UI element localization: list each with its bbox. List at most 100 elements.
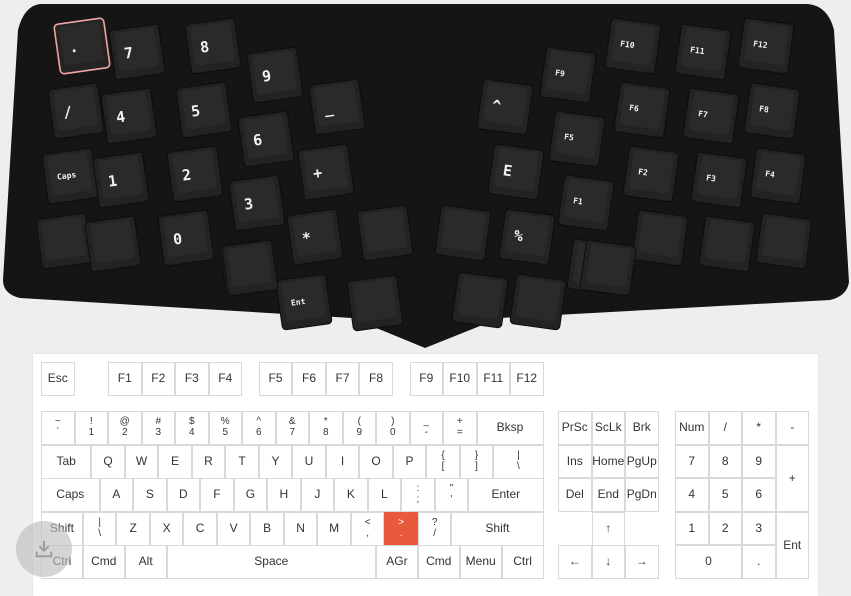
key-r5-3[interactable]: Space (166, 545, 376, 579)
numpad-key-2[interactable]: * (742, 411, 776, 445)
key-r5-1[interactable]: Cmd (82, 545, 125, 579)
numpad-key-15[interactable]: 0 (675, 545, 742, 579)
key-r4-2[interactable]: Z (116, 512, 150, 546)
key-r4-10[interactable]: >. (384, 512, 418, 546)
right-thumb-key-inner[interactable] (579, 239, 637, 297)
nav-key-7[interactable]: End (591, 478, 625, 512)
key-r0-3[interactable]: F3 (175, 362, 209, 396)
numpad-key-3[interactable]: - (775, 411, 809, 445)
key-r4-7[interactable]: N (283, 512, 318, 546)
key-r0-10[interactable]: F10 (443, 362, 477, 396)
key-r3-3[interactable]: D (166, 478, 201, 512)
nav-key-3[interactable]: Ins (558, 444, 592, 478)
left-key-col1-3[interactable] (84, 215, 142, 273)
key-r1-0[interactable]: ~ ` (41, 411, 75, 445)
nav-key-10[interactable]: ← (558, 545, 592, 579)
key-r1-3[interactable]: #3 (141, 411, 175, 445)
right-key-col2-2[interactable]: F2 (622, 145, 680, 203)
left-key-col2-3[interactable]: 0 (157, 209, 215, 267)
key-r2-3[interactable]: E (158, 445, 192, 479)
key-r0-1[interactable]: F1 (108, 362, 142, 396)
right-key-col3-1[interactable]: F7 (682, 87, 740, 145)
key-r1-12[interactable]: + = (443, 411, 477, 445)
left-key-col0-1[interactable]: / (47, 82, 105, 140)
right-key-col4-2[interactable]: F4 (749, 147, 807, 205)
left-thumb-key-inner[interactable] (221, 239, 279, 297)
key-r2-1[interactable]: Q (91, 445, 125, 479)
key-r2-13[interactable]: | \ (493, 445, 544, 479)
key-r2-6[interactable]: Y (258, 445, 293, 479)
key-r1-2[interactable]: @2 (108, 411, 142, 445)
key-r5-6[interactable]: Menu (459, 545, 502, 579)
key-r0-9[interactable]: F9 (409, 362, 443, 396)
key-r0-6[interactable]: F6 (292, 362, 326, 396)
right-thumb-key-0[interactable] (434, 204, 492, 262)
right-key-col4-0[interactable]: F12 (737, 17, 795, 75)
numpad-key-14[interactable]: Ent (775, 511, 809, 579)
key-r3-0[interactable]: Caps (41, 478, 100, 512)
key-r1-5[interactable]: % 5 (208, 411, 242, 445)
key-r2-8[interactable]: I (325, 445, 360, 479)
key-r0-12[interactable]: F12 (510, 362, 544, 396)
left-key-col1-2[interactable]: 1 (92, 151, 150, 209)
nav-key-2[interactable]: Brk (625, 411, 659, 445)
key-r2-5[interactable]: T (225, 445, 259, 479)
key-r0-0[interactable]: Esc (41, 362, 75, 396)
key-r0-2[interactable]: F2 (141, 362, 175, 396)
key-r2-2[interactable]: W (124, 445, 159, 479)
key-r3-1[interactable]: A (99, 478, 134, 512)
key-r2-0[interactable]: Tab (41, 445, 92, 479)
right-key-col0-1[interactable]: E (487, 143, 545, 201)
numpad-key-0[interactable]: Num (675, 411, 709, 445)
key-r3-9[interactable]: L (367, 478, 402, 512)
nav-key-1[interactable]: ScLk (591, 411, 625, 445)
key-r4-9[interactable]: <, (350, 512, 385, 546)
key-r2-12[interactable]: }] (459, 445, 494, 479)
right-key-col2-0[interactable]: F10 (604, 17, 662, 75)
key-r1-8[interactable]: * 8 (309, 411, 343, 445)
key-r1-10[interactable]: ) 0 (376, 411, 410, 445)
right-key-col1-1[interactable]: F5 (548, 110, 606, 168)
left-key-col1-0[interactable]: 7 (108, 23, 166, 81)
key-r4-3[interactable]: X (149, 512, 184, 546)
key-r0-8[interactable]: F8 (359, 362, 393, 396)
numpad-key-1[interactable]: / (708, 411, 742, 445)
key-r1-1[interactable]: ! 1 (74, 411, 108, 445)
key-r1-7[interactable]: & 7 (275, 411, 309, 445)
numpad-key-16[interactable]: . (742, 545, 776, 579)
numpad-key-7[interactable]: + (775, 444, 809, 512)
left-thumb-key-lower[interactable] (346, 274, 404, 332)
key-r2-4[interactable]: R (191, 445, 226, 479)
numpad-key-8[interactable]: 4 (675, 478, 709, 512)
download-button[interactable] (16, 521, 72, 577)
key-r1-4[interactable]: $4 (175, 411, 209, 445)
nav-key-6[interactable]: Del (558, 478, 592, 512)
nav-key-0[interactable]: PrSc (558, 411, 592, 445)
left-key-col2-2[interactable]: 2 (166, 145, 224, 203)
right-key-col3-2[interactable]: F3 (690, 151, 748, 209)
left-key-col4-2[interactable]: * (286, 208, 344, 266)
key-r2-9[interactable]: O (359, 445, 393, 479)
key-r0-4[interactable]: F4 (208, 362, 242, 396)
numpad-key-6[interactable]: 9 (742, 444, 776, 478)
left-thumb-key-0[interactable] (356, 204, 414, 262)
nav-key-8[interactable]: PgDn (625, 478, 659, 512)
key-r4-1[interactable]: | \ (82, 512, 117, 546)
right-key-col3-0[interactable]: F11 (674, 23, 732, 81)
nav-key-9[interactable]: ↑ (591, 512, 625, 546)
right-thumb-key-lower[interactable] (451, 271, 509, 329)
right-key-col0-3[interactable] (509, 273, 567, 331)
key-r5-2[interactable]: Alt (124, 545, 167, 579)
key-r1-6[interactable]: ^ 6 (242, 411, 276, 445)
left-key-col4-0[interactable]: _ (308, 78, 366, 136)
left-key-col0-3[interactable] (35, 212, 93, 270)
key-r4-4[interactable]: C (183, 512, 217, 546)
key-r4-12[interactable]: Shift (451, 512, 544, 546)
key-r1-11[interactable]: _ - (409, 411, 443, 445)
key-r5-7[interactable]: Ctrl (501, 545, 544, 579)
key-r4-5[interactable]: V (216, 512, 251, 546)
right-key-col2-3[interactable] (631, 209, 689, 267)
numpad-key-9[interactable]: 5 (708, 478, 742, 512)
key-r3-8[interactable]: K (334, 478, 368, 512)
key-r3-4[interactable]: F (200, 478, 234, 512)
